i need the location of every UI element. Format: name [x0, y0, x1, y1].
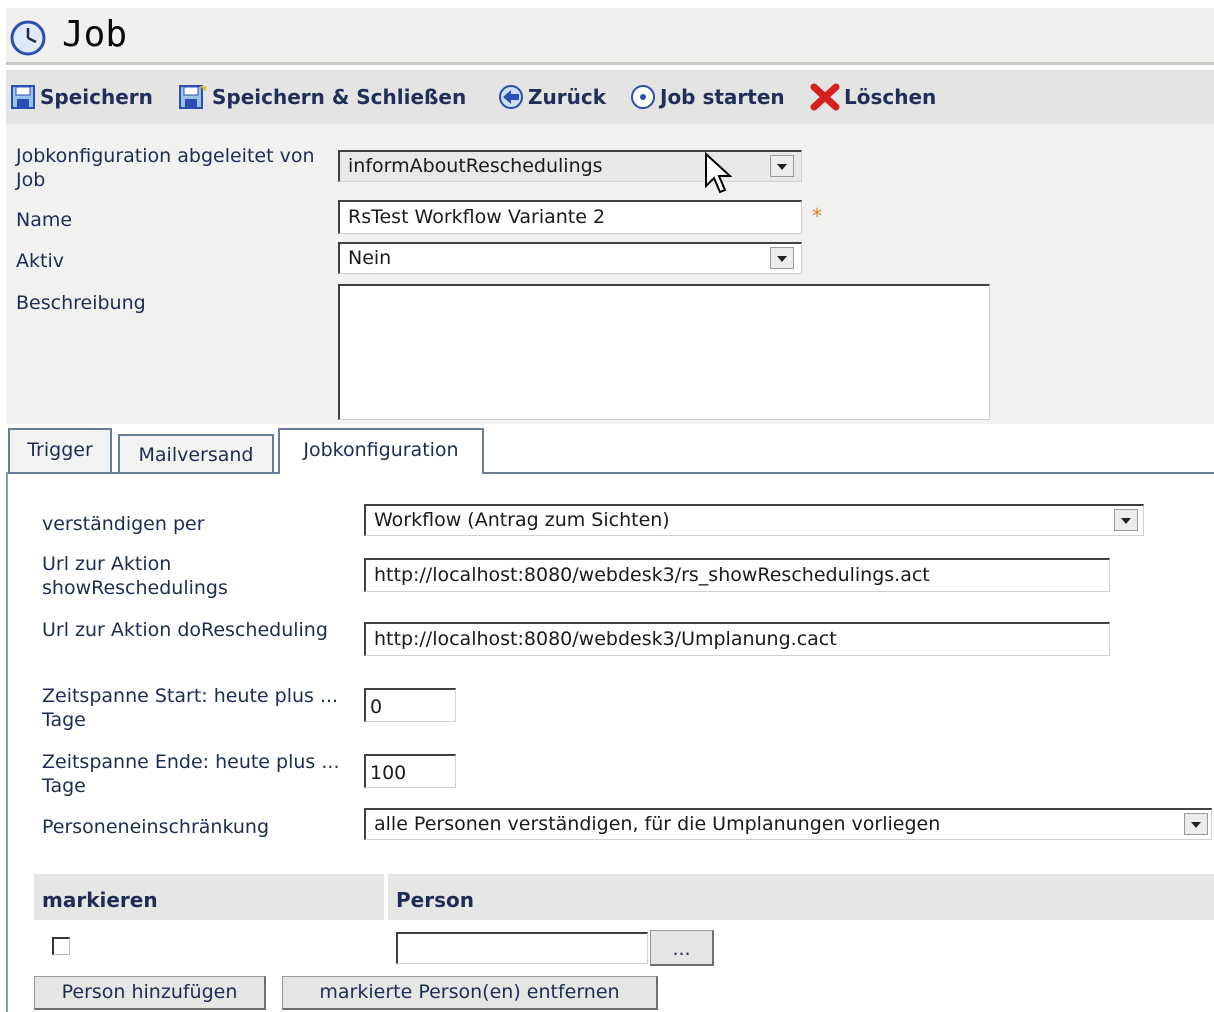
chevron-down-icon[interactable] [770, 155, 794, 177]
tab-trigger-label: Trigger [27, 439, 93, 461]
tab-divider [6, 472, 1214, 474]
save-label: Speichern [40, 85, 153, 109]
required-marker: * [812, 204, 822, 228]
tab-jobkonfiguration[interactable]: Jobkonfiguration [278, 428, 484, 474]
delete-icon [810, 83, 840, 111]
chevron-down-icon[interactable] [1114, 509, 1138, 531]
browse-label: ... [672, 938, 691, 960]
end-label: Zeitspanne Ende: heute plus ... Tage [42, 751, 340, 797]
description-label: Beschreibung [16, 292, 146, 314]
restriction-label: Personeneinschränkung [42, 816, 270, 838]
back-button[interactable]: Zurück [498, 84, 606, 110]
mouse-cursor-icon [705, 152, 732, 194]
url-do-input[interactable]: http://localhost:8080/webdesk3/Umplanung… [364, 622, 1110, 656]
add-person-label: Person hinzufügen [61, 981, 238, 1003]
url-show-label: Url zur Aktion showReschedulings [42, 553, 228, 599]
col-person-header: Person [396, 888, 474, 912]
notify-label: verständigen per [42, 513, 205, 535]
person-input[interactable] [396, 932, 648, 964]
col-mark-header: markieren [42, 888, 158, 912]
add-person-button[interactable]: Person hinzufügen [34, 976, 266, 1010]
active-value: Nein [348, 247, 392, 269]
tab-jobkonfiguration-label: Jobkonfiguration [303, 439, 459, 461]
tab-mailversand[interactable]: Mailversand [118, 434, 274, 472]
tab-mailversand-label: Mailversand [138, 444, 254, 466]
tab-panel-border [6, 472, 8, 1012]
delete-label: Löschen [844, 85, 937, 109]
browse-person-button[interactable]: ... [650, 930, 714, 966]
url-do-value: http://localhost:8080/webdesk3/Umplanung… [374, 628, 837, 650]
save-close-icon [179, 85, 206, 109]
play-icon [631, 85, 655, 109]
remove-person-label: markierte Person(en) entfernen [319, 981, 620, 1003]
save-icon [11, 85, 35, 109]
active-label: Aktiv [16, 250, 64, 272]
chevron-down-icon[interactable] [1184, 813, 1208, 835]
save-close-button[interactable]: Speichern & Schließen [178, 84, 466, 110]
notify-select[interactable]: Workflow (Antrag zum Sichten) [364, 504, 1144, 536]
active-select[interactable]: Nein [338, 242, 802, 274]
end-days-value: 100 [370, 762, 407, 784]
name-label: Name [16, 209, 73, 231]
url-show-value: http://localhost:8080/webdesk3/rs_showRe… [374, 564, 930, 586]
start-job-button[interactable]: Job starten [630, 84, 785, 110]
title-bar [6, 8, 1214, 65]
start-label: Zeitspanne Start: heute plus ... Tage [42, 685, 339, 731]
derived-job-select[interactable]: informAboutReschedulings [338, 150, 802, 182]
remove-person-button[interactable]: markierte Person(en) entfernen [282, 976, 658, 1010]
end-days-input[interactable]: 100 [364, 754, 456, 788]
notify-value: Workflow (Antrag zum Sichten) [374, 509, 670, 531]
derived-label: Jobkonfiguration abgeleitet von Job [16, 145, 315, 191]
start-days-input[interactable]: 0 [364, 688, 456, 722]
table-header [34, 874, 1214, 920]
clock-icon [10, 20, 46, 56]
name-input[interactable]: RsTest Workflow Variante 2 [338, 200, 802, 234]
table-column-divider [384, 874, 388, 920]
delete-button[interactable]: Löschen [810, 83, 937, 111]
description-textarea[interactable] [338, 284, 990, 420]
save-button[interactable]: Speichern [10, 84, 153, 110]
save-close-label: Speichern & Schließen [212, 85, 467, 109]
restriction-value: alle Personen verständigen, für die Umpl… [374, 813, 941, 835]
chevron-down-icon[interactable] [770, 247, 794, 269]
page-title: Job [62, 14, 128, 55]
url-show-input[interactable]: http://localhost:8080/webdesk3/rs_showRe… [364, 558, 1110, 592]
start-job-label: Job starten [660, 85, 785, 109]
restriction-select[interactable]: alle Personen verständigen, für die Umpl… [364, 808, 1212, 840]
name-value: RsTest Workflow Variante 2 [348, 206, 606, 228]
tab-trigger[interactable]: Trigger [8, 428, 112, 472]
back-label: Zurück [528, 85, 606, 109]
mark-checkbox[interactable] [52, 937, 70, 955]
back-icon [499, 85, 523, 109]
derived-job-value: informAboutReschedulings [348, 155, 603, 177]
url-do-label: Url zur Aktion doRescheduling [42, 619, 328, 641]
start-days-value: 0 [370, 696, 383, 718]
